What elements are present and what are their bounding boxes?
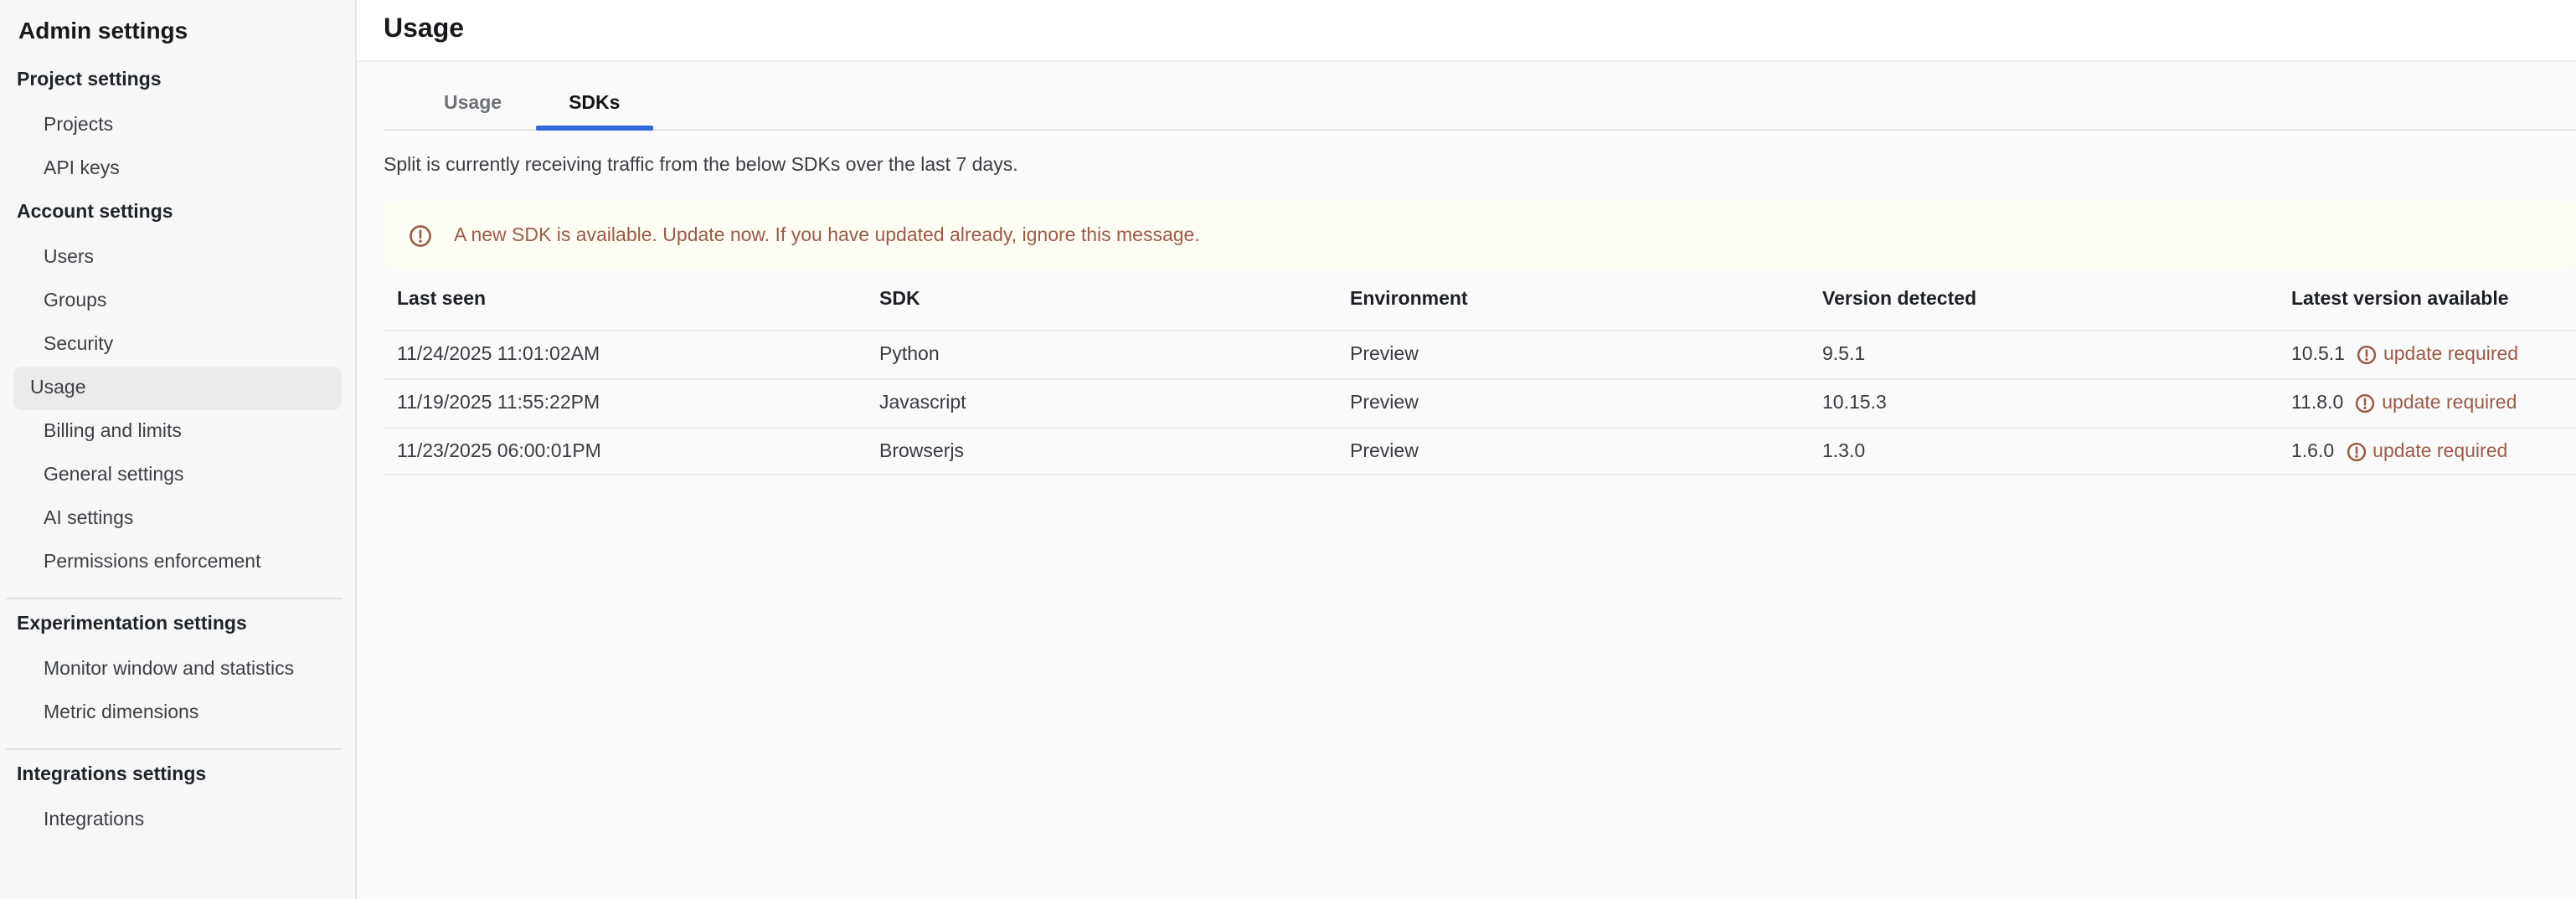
alert-circle-icon [2355,393,2375,414]
banner-message: A new SDK is available. Update now. If y… [454,225,1200,245]
column-header-environment: Environment [1350,290,1822,310]
cell-sdk: Browserjs [879,441,1350,461]
cell-last-seen: 11/24/2025 11:01:02AM [397,345,879,365]
column-header-last-seen: Last seen [397,290,879,310]
sidebar-item-usage[interactable]: Usage [13,367,342,410]
sdk-traffic-description: Split is currently receiving traffic fro… [384,154,2576,179]
sidebar-divider [5,598,342,599]
sidebar-item-users[interactable]: Users [13,236,342,280]
sidebar-item-billing-and-limits[interactable]: Billing and limits [13,410,342,454]
column-header-sdk: SDK [879,290,1350,310]
sidebar-item-monitor-window-and-statistics[interactable]: Monitor window and statistics [13,648,342,691]
page-title: Usage [384,15,464,45]
sidebar-item-permissions-enforcement[interactable]: Permissions enforcement [13,541,342,584]
table-row: 11/19/2025 11:55:22PM Javascript Preview… [384,378,2576,427]
tab-usage[interactable]: Usage [410,94,535,129]
cell-environment: Preview [1350,345,1822,365]
alert-circle-icon [2357,345,2377,365]
table-row: 11/23/2025 06:00:01PM Browserjs Preview … [384,427,2576,475]
admin-settings-page: Admin settings Project settings Projects… [0,0,2576,899]
sidebar-item-api-keys[interactable]: API keys [13,147,342,191]
sidebar-title: Admin settings [18,17,355,45]
update-required-link[interactable]: update required [2357,345,2518,365]
tab-bar: Usage SDKs [384,62,2576,131]
cell-version-detected: 1.3.0 [1822,441,2291,461]
section-header-account-settings: Account settings [17,201,355,226]
latest-version-value: 11.8.0 [2291,393,2343,414]
tab-sdks[interactable]: SDKs [535,94,653,129]
alert-circle-icon [409,223,432,247]
sidebar: Admin settings Project settings Projects… [0,0,357,899]
sidebar-item-integrations[interactable]: Integrations [13,799,342,842]
cell-latest-version: 10.5.1 update required [2291,345,2576,365]
cell-sdk: Python [879,345,1350,365]
latest-version-value: 1.6.0 [2291,441,2334,461]
update-required-label: update required [2383,345,2518,365]
cell-latest-version: 1.6.0 update required [2291,441,2576,461]
alert-circle-icon [2346,441,2366,461]
sidebar-item-projects[interactable]: Projects [13,104,342,147]
sidebar-divider [5,748,342,750]
update-required-label: update required [2382,393,2517,414]
update-required-label: update required [2372,441,2507,461]
section-header-integrations-settings: Integrations settings [17,763,355,789]
sidebar-item-groups[interactable]: Groups [13,280,342,323]
update-required-link[interactable]: update required [2346,441,2507,461]
cell-environment: Preview [1350,393,1822,414]
cell-sdk: Javascript [879,393,1350,414]
section-header-experimentation-settings: Experimentation settings [17,613,355,638]
section-header-project-settings: Project settings [17,69,355,94]
main-content: Usage Usage SDKs Split is currently rece… [357,0,2576,899]
cell-last-seen: 11/19/2025 11:55:22PM [397,393,879,414]
latest-version-value: 10.5.1 [2291,345,2345,365]
sidebar-item-metric-dimensions[interactable]: Metric dimensions [13,691,342,735]
sidebar-item-general-settings[interactable]: General settings [13,454,342,497]
column-header-version-detected: Version detected [1822,290,2291,310]
sidebar-item-security[interactable]: Security [13,323,342,367]
update-required-link[interactable]: update required [2355,393,2517,414]
sdk-table: Last seen SDK Environment Version detect… [384,270,2576,475]
page-header: Usage [357,0,2576,62]
cell-version-detected: 9.5.1 [1822,345,2291,365]
cell-latest-version: 11.8.0 update required [2291,393,2576,414]
cell-environment: Preview [1350,441,1822,461]
table-row: 11/24/2025 11:01:02AM Python Preview 9.5… [384,330,2576,378]
sidebar-item-ai-settings[interactable]: AI settings [13,497,342,541]
column-header-latest-version-available: Latest version available [2291,290,2576,310]
sdk-update-warning-banner: A new SDK is available. Update now. If y… [384,201,2576,270]
table-header-row: Last seen SDK Environment Version detect… [384,270,2576,330]
cell-version-detected: 10.15.3 [1822,393,2291,414]
cell-last-seen: 11/23/2025 06:00:01PM [397,441,879,461]
